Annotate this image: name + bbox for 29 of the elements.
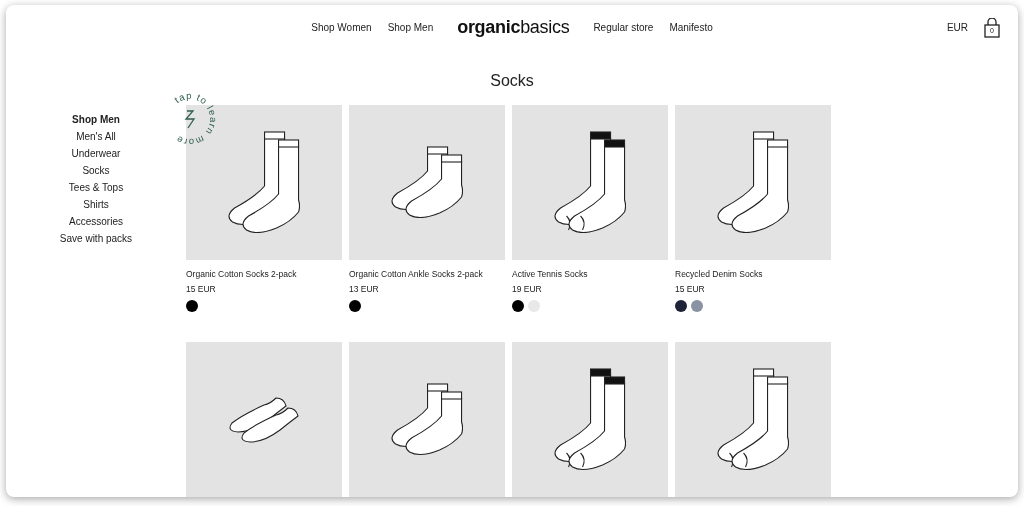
product-name[interactable]: Organic Cotton Ankle Socks 2-pack bbox=[349, 267, 505, 281]
product-name[interactable]: Organic Cotton Socks 2-pack bbox=[186, 267, 342, 281]
product-price: 19 EUR bbox=[512, 283, 543, 296]
currency-selector[interactable]: EUR bbox=[946, 20, 968, 36]
nav-link[interactable]: Shop Men bbox=[387, 20, 434, 36]
logo[interactable]: organicbasics bbox=[457, 14, 570, 42]
product-price: 15 EUR bbox=[675, 283, 706, 296]
sidebar-item[interactable]: Accessories bbox=[69, 212, 123, 230]
color-swatch[interactable] bbox=[512, 300, 524, 312]
product-price: 15 EUR bbox=[186, 283, 217, 296]
sidebar-item[interactable]: Socks bbox=[82, 161, 110, 179]
sidebar-item[interactable]: Men's All bbox=[76, 127, 116, 145]
nav-link[interactable]: Regular store bbox=[593, 20, 654, 36]
product-name[interactable]: Active Tennis Socks bbox=[512, 267, 668, 281]
nav-link[interactable]: Manifesto bbox=[669, 20, 713, 36]
color-swatch[interactable] bbox=[186, 300, 198, 312]
product-price: 13 EUR bbox=[349, 283, 380, 296]
color-swatch[interactable] bbox=[691, 300, 703, 312]
color-swatch[interactable] bbox=[675, 300, 687, 312]
sidebar-item[interactable]: Tees & Tops bbox=[68, 178, 124, 196]
color-swatch[interactable] bbox=[349, 300, 361, 312]
nav-link[interactable]: Shop Women bbox=[311, 20, 372, 36]
product-name[interactable]: Recycled Denim Socks bbox=[675, 267, 831, 281]
socks-drawing bbox=[229, 396, 299, 443]
sidebar-item[interactable]: Shop Men bbox=[72, 110, 120, 128]
sidebar-item[interactable]: Save with packs bbox=[59, 229, 133, 247]
sidebar-item[interactable]: Shirts bbox=[83, 195, 109, 213]
sidebar-item[interactable]: Underwear bbox=[71, 144, 121, 162]
page-title: Socks bbox=[489, 70, 535, 91]
